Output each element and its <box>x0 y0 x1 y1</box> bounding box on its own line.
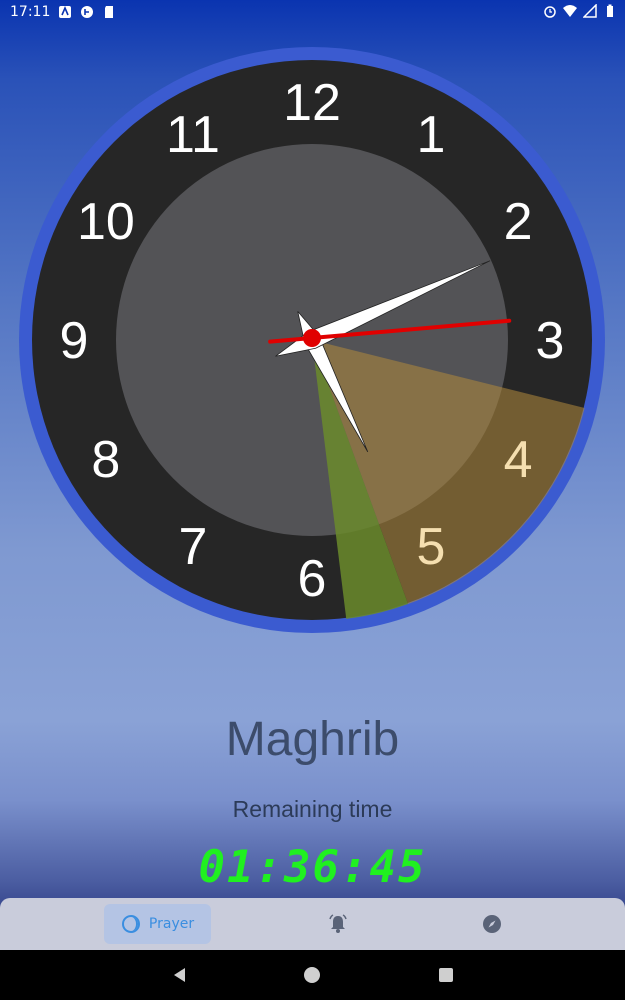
clock-number-8: 8 <box>91 431 120 489</box>
clock-number-3: 3 <box>536 312 565 370</box>
clock-number-7: 7 <box>179 518 208 576</box>
recents-icon[interactable] <box>436 965 456 985</box>
tab-prayer[interactable]: Prayer <box>104 904 211 944</box>
moon-icon <box>121 915 140 933</box>
clock-number-12: 12 <box>283 74 341 132</box>
clock-number-6: 6 <box>298 550 327 608</box>
clock-number-5: 5 <box>417 518 446 576</box>
tab-prayer-label: Prayer <box>148 916 195 932</box>
clock-number-10: 10 <box>77 193 135 251</box>
back-icon[interactable] <box>170 965 190 985</box>
remaining-time-label: Remaining time <box>232 796 393 822</box>
compass-icon <box>483 915 501 933</box>
bottom-navigation: Prayer <box>0 898 625 950</box>
prayer-name: Maghrib <box>225 713 400 766</box>
clock-number-9: 9 <box>60 312 89 370</box>
analog-clock: 12 12 3 45 6 7 8 9 10 11 <box>19 47 605 633</box>
tab-alarm[interactable] <box>300 904 376 944</box>
clock-number-11: 11 <box>166 106 220 164</box>
clock-center-pin <box>303 329 321 347</box>
tab-qibla[interactable] <box>454 904 530 944</box>
home-icon[interactable] <box>302 965 322 985</box>
countdown-display: 01:36:45 <box>198 842 427 893</box>
system-navigation-bar <box>0 950 625 1000</box>
clock-number-1: 1 <box>417 106 446 164</box>
alarm-bell-icon <box>329 914 347 933</box>
clock-number-2: 2 <box>504 193 533 251</box>
clock-number-4: 4 <box>504 431 533 489</box>
